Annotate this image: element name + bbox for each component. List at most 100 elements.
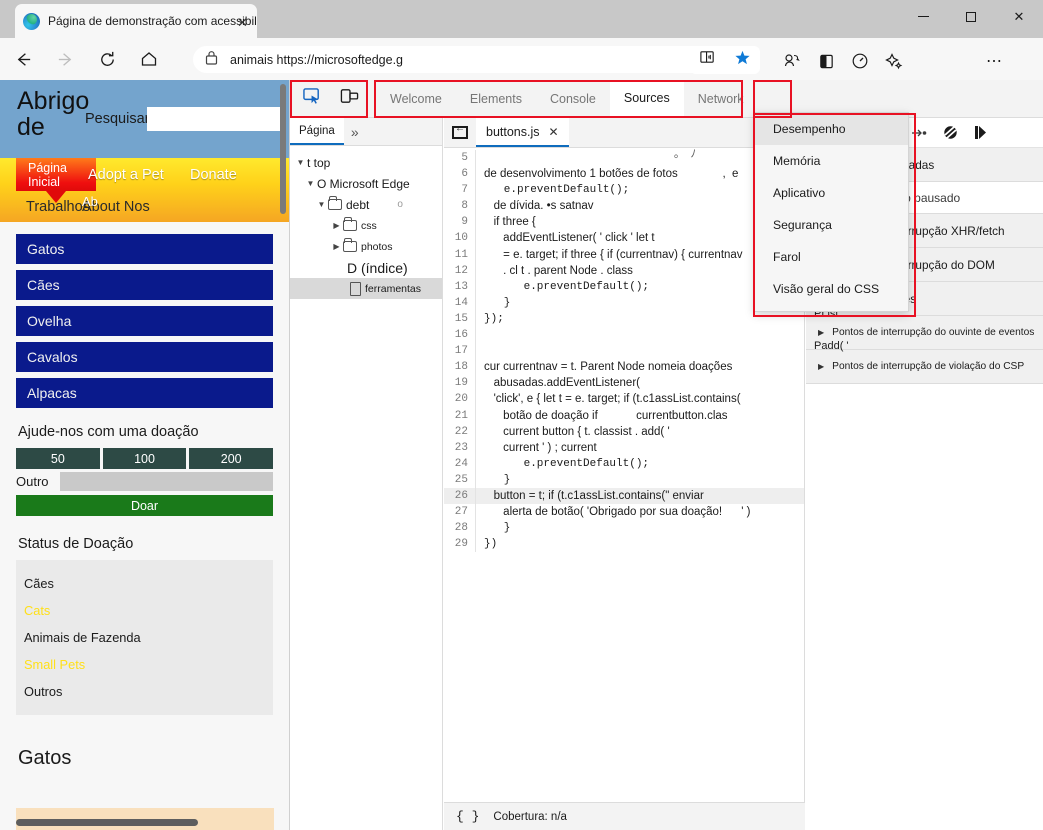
close-file-icon[interactable]: ✕ [549,125,559,139]
code-line: 12 . cl t . parent Node . class [444,262,804,279]
close-tab-icon[interactable]: ✕ [237,15,248,31]
pause-on-exceptions-icon[interactable] [974,125,988,140]
amount-button-100[interactable]: 100 [102,448,187,469]
address-bar-actions [690,46,760,74]
line-text: if three { [484,216,536,229]
inspect-element-icon[interactable] [302,87,323,111]
vertical-scrollbar[interactable] [280,84,286,214]
menu-item-visao-geral-css[interactable]: Visão geral do CSS [755,273,908,305]
tree-node-label: O Microsoft Edge [317,176,410,191]
copilot-icon[interactable] [880,47,908,75]
tab-sources[interactable]: Sources [609,80,684,118]
line-number: 6 [444,166,476,183]
category-button[interactable]: Cães [16,270,273,300]
collapse-triangle-icon[interactable]: ▶ [330,242,343,251]
line-text: botão de doação if currentbutton.clas [484,409,728,422]
code-line: 29}) [444,536,804,553]
tree-node-debt[interactable]: ▼ debt o [290,194,442,215]
nav-link-adopt[interactable]: Adopt a Pet [88,167,164,183]
maximize-button[interactable] [948,0,994,33]
code-line: 18 cur currentnav = t. Parent Node nomeia… [444,359,804,376]
line-text: = e. target; if three { if (currentnav) … [484,248,743,261]
code-line: 15}); [444,310,804,328]
section-csp-violation-breakpoints[interactable]: ▶ Pontos de interrupção de violação do C… [806,350,1043,384]
read-aloud-icon[interactable] [699,49,716,71]
collapse-triangle-icon[interactable]: ▶ [330,221,343,230]
close-window-button[interactable]: ✕ [996,0,1042,33]
donation-amounts: 50 100 200 [0,448,289,469]
pretty-print-icon[interactable]: { } [456,809,479,824]
donate-button[interactable]: Doar [16,495,273,516]
tab-elements[interactable]: Elements [456,80,536,118]
category-button[interactable]: Cavalos [16,342,273,372]
expand-triangle-icon[interactable]: ▼ [304,179,317,188]
nav-link-ab[interactable]: Ab [82,194,98,209]
amount-button-50[interactable]: 50 [16,448,100,469]
browser-tab[interactable]: Página de demonstração com acessibilidad… [15,4,257,38]
performance-icon[interactable] [846,47,874,75]
tab-console[interactable]: Console [536,80,610,118]
menu-item-farol[interactable]: Farol [755,241,908,273]
nav-link-home[interactable]: Página Inicial [16,158,96,203]
menu-item-memoria[interactable]: Memória [755,145,908,177]
home-icon[interactable] [130,43,168,75]
tree-node-css[interactable]: ▶ css [290,215,442,236]
tree-node-photos[interactable]: ▶ photos [290,236,442,257]
tree-node-domain[interactable]: ▼ O Microsoft Edge [290,173,442,194]
line-number: 26 [444,487,476,505]
collections-icon[interactable] [778,47,806,75]
address-bar[interactable]: animais https://microsoftedge.g [193,46,753,73]
show-navigator-icon[interactable] [444,118,476,147]
expand-triangle-icon[interactable]: ▼ [315,200,328,209]
refresh-icon[interactable] [88,43,126,75]
deactivate-breakpoints-icon[interactable] [943,125,958,140]
menu-item-seguranca[interactable]: Segurança [755,209,908,241]
line-number: 9 [444,214,476,231]
navigator-panel: Página » ▼ t top ▼ O Microsoft Edge ▼ de… [290,118,443,830]
horizontal-scrollbar[interactable] [16,819,198,826]
line-text: cur currentnav = t. Parent Node nomeia d… [484,361,733,374]
tree-node-top[interactable]: ▼ t top [290,152,442,173]
tab-network[interactable]: Network [684,80,758,118]
tree-node-ferramentas[interactable]: ferramentas [290,278,442,299]
code-line: 6 de desenvolvimento 1 botões de fotos , … [444,166,804,183]
favorite-star-icon[interactable] [734,49,751,71]
minimize-button[interactable] [900,0,946,33]
menu-item-aplicativo[interactable]: Aplicativo [755,177,908,209]
code-line: 17 [444,343,804,360]
code-line: 25 } [444,471,804,488]
line-number: 8 [444,198,476,215]
amount-button-200[interactable]: 200 [189,448,274,469]
other-amount-input[interactable] [60,472,273,491]
split-screen-icon[interactable] [812,47,840,75]
line-number: 29 [444,536,476,553]
category-button[interactable]: Alpacas [16,378,273,408]
nav-link-donate[interactable]: Donate [190,167,237,183]
more-icon[interactable]: ⋯ [980,47,1008,75]
tab-welcome[interactable]: Welcome [376,80,456,118]
code-line-highlighted: 26 button = t; if (t.c1assList.contains(… [444,487,804,505]
menu-item-desempenho[interactable]: Desempenho [755,113,908,145]
line-number: 13 [444,278,476,295]
device-emulation-icon[interactable] [339,87,360,111]
editor-file-tab[interactable]: buttons.js ✕ [476,118,569,147]
code-line: 24 e.preventDefault(); [444,455,804,472]
browser-window: Página de demonstração com acessibilidad… [0,0,1043,830]
line-text: e.preventDefault(); [484,457,650,470]
status-item: Animais de Fazenda [24,630,141,645]
navigator-tab-page[interactable]: Página [290,118,344,145]
code-line: 7 e.preventDefault(); [444,182,804,199]
back-arrow-icon[interactable] [4,43,42,75]
step-icon[interactable] [911,127,927,139]
expand-triangle-icon[interactable]: ▼ [294,158,307,167]
nav-link-jobs[interactable]: Trabalhos [26,199,90,215]
tab-title: Página de demonstração com acessibilidad… [48,14,257,28]
code-area[interactable]: ｡ ﾉ 5 6 de desenvolvimento 1 botões de fo… [444,148,804,808]
category-button[interactable]: Gatos [16,234,273,264]
line-number: 17 [444,343,476,360]
line-text: } [484,296,511,309]
navigator-overflow-icon[interactable]: » [344,118,366,145]
category-button[interactable]: Ovelha [16,306,273,336]
tree-node-index[interactable]: D (índice) [290,257,442,278]
search-input[interactable] [147,107,282,131]
